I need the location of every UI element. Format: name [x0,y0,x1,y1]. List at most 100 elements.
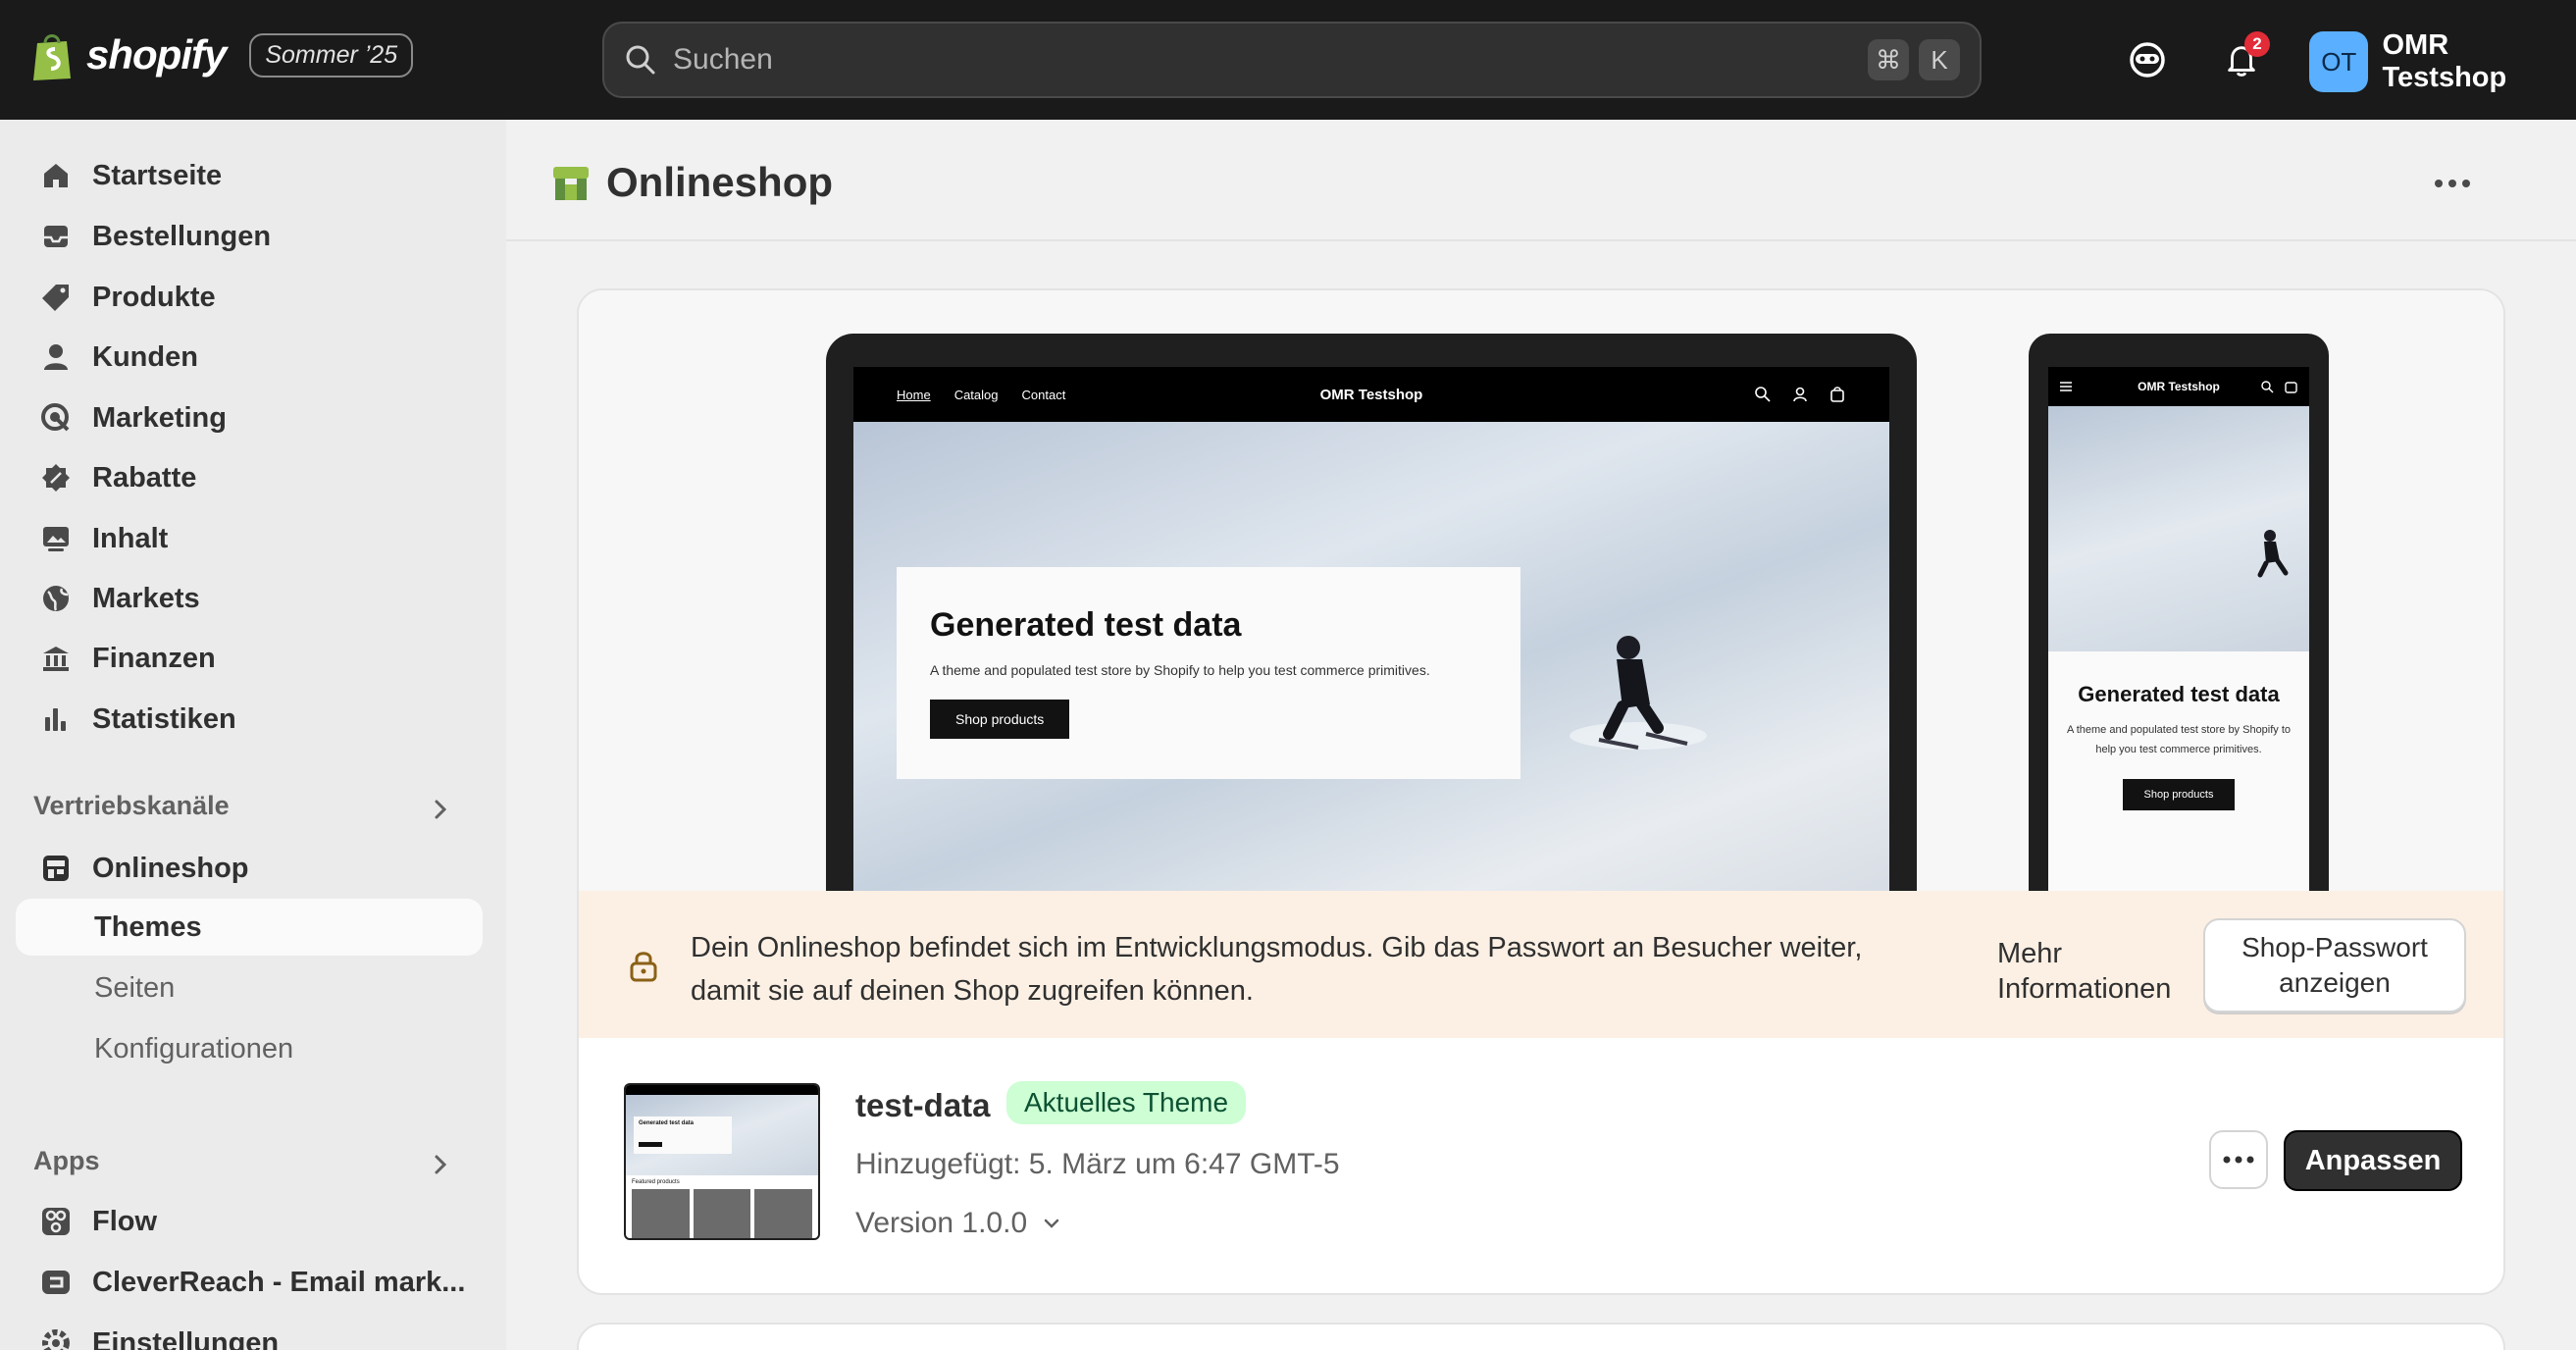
theme-thumbnail[interactable]: Generated test data Featured products [624,1083,820,1240]
chevron-down-icon [1044,1219,1059,1228]
thumb-hero-button [639,1142,662,1147]
sidebar-item-rabatte[interactable]: Rabatte [16,449,483,506]
sidebar-item-seiten[interactable]: Seiten [16,960,483,1016]
globe-icon [37,580,75,617]
sidebar-item-themes[interactable]: Themes [16,899,483,956]
user-menu[interactable]: OT OMR Testshop [2309,29,2576,94]
chevron-right-icon[interactable] [428,1152,453,1177]
page-title: Onlineshop [551,159,833,206]
more-info-link[interactable]: Mehr Informationen [1997,936,2193,1007]
store-icon [37,850,75,887]
banner-message: Dein Onlineshop befindet sich im Entwick… [691,932,1863,1007]
mobile-preview: OMR Testshop Generated test data A theme… [2029,334,2329,903]
bar-chart-icon [37,701,75,738]
sidebar-item-statistiken[interactable]: Statistiken [16,691,483,748]
version-dropdown[interactable]: Version 1.0.0 [855,1207,1062,1240]
sidebar-item-kunden[interactable]: Kunden [16,329,483,386]
preview-cart-icon [1830,387,1844,402]
edition-badge[interactable]: Sommer ’25 [249,32,414,78]
sidebar-item-label: Produkte [92,281,216,313]
sidebar-item-label: Onlineshop [92,852,249,884]
sidebar-item-label: Flow [92,1205,158,1237]
preview-nav: Home Catalog Contact OMR Testshop [853,367,1889,422]
apps-heading: Apps [33,1146,100,1175]
sidebar-item-startseite[interactable]: Startseite [16,147,483,204]
thumb-product [693,1189,751,1238]
preview-nav-icons [1754,386,1846,403]
theme-added-date: Hinzugefügt: 5. März um 6:47 GMT-5 [855,1148,1340,1180]
sidebar-item-label: Startseite [92,159,223,191]
preview-hero: Generated test data A theme and populate… [853,422,1889,903]
sidebar-item-label: Seiten [94,971,176,1004]
version-label: Version 1.0.0 [855,1207,1028,1239]
ellipsis-icon [2223,1156,2254,1164]
sidekick-icon [2130,42,2165,78]
theme-card: Home Catalog Contact OMR Testshop Genera… [577,288,2505,1295]
sidebar-item-label: Kunden [92,340,198,373]
main-content: Onlineshop Home Catalog Contact OMR Test… [506,120,2576,1350]
onlineshop-store-icon [553,167,589,200]
sidebar-item-label: Statistiken [92,702,236,735]
sidebar-item-label: Rabatte [92,461,197,493]
mobile-hero [2048,406,2309,651]
sidekick-button[interactable] [2125,37,2170,82]
thumb-product [632,1189,690,1238]
sidebar-item-einstellungen[interactable]: Einstellungen [16,1315,483,1350]
sidebar-item-konfigurationen[interactable]: Konfigurationen [16,1020,483,1077]
sidebar-item-markets[interactable]: Markets [16,570,483,627]
thumb-products [626,1189,818,1238]
mobile-store-name: OMR Testshop [2138,380,2220,393]
sidebar-item-cleverreach[interactable]: CleverReach - Email mark... [16,1254,483,1311]
search-input[interactable]: Suchen [673,43,1858,77]
discount-icon [37,459,75,496]
gear-icon [37,1324,75,1350]
search-bar[interactable]: Suchen ⌘ K [602,22,1982,98]
sidebar-item-bestellungen[interactable]: Bestellungen [16,208,483,265]
sidebar-item-label: Inhalt [92,522,169,554]
top-bar: shopify Sommer ’25 Suchen ⌘ K 2 OT OMR T… [0,0,2576,120]
thumb-product [754,1189,813,1238]
inbox-icon [37,218,75,255]
sidebar-item-label: Markets [92,582,200,614]
mobile-hero-text: A theme and populated test store by Shop… [2066,724,2292,755]
show-password-button[interactable]: Shop-Passwort anzeigen [2203,918,2466,1012]
thumb-nav [626,1085,818,1095]
sidebar-item-flow[interactable]: Flow [16,1193,483,1250]
preview-hero-text: A theme and populated test store by Shop… [930,662,1430,678]
mobile-screen: OMR Testshop Generated test data A theme… [2048,367,2309,903]
notification-count-badge: 2 [2244,31,2270,57]
theme-name: test-data [855,1087,991,1123]
status-badge: Aktuelles Theme [1006,1081,1247,1124]
sidebar-item-label: Konfigurationen [94,1032,294,1064]
theme-preview[interactable]: Home Catalog Contact OMR Testshop Genera… [579,290,2503,903]
mobile-nav-icons [2261,381,2297,393]
sales-channels-heading: Vertriebskanäle [33,791,230,820]
next-card [577,1323,2505,1350]
current-theme-row: Generated test data Featured products te… [579,1038,2503,1293]
notifications-button[interactable]: 2 [2219,31,2270,82]
more-actions-icon[interactable] [2429,169,2476,198]
preview-nav-contact: Contact [1021,387,1066,402]
mobile-hero-box: Generated test data A theme and populate… [2048,651,2309,840]
lock-icon [630,952,657,982]
sidebar-item-label: Finanzen [92,642,216,674]
mobile-shop-button: Shop products [2122,779,2236,810]
sidebar-item-marketing[interactable]: Marketing [16,389,483,446]
dev-mode-banner: Dein Onlineshop befindet sich im Entwick… [579,891,2503,1038]
sidebar-item-onlineshop[interactable]: Onlineshop [16,840,483,897]
cleverreach-icon [37,1264,75,1301]
chevron-right-icon[interactable] [428,797,453,822]
shortcut-k-key: K [1919,39,1960,80]
sidebar-item-label: CleverReach - Email mark... [92,1266,466,1298]
brand-name: shopify [86,31,227,78]
sidebar-item-inhalt[interactable]: Inhalt [16,510,483,567]
customize-button[interactable]: Anpassen [2284,1130,2462,1191]
shopify-logo[interactable]: shopify Sommer ’25 [31,29,414,80]
preview-nav-catalog: Catalog [953,387,999,402]
sidebar-item-finanzen[interactable]: Finanzen [16,630,483,687]
home-icon [37,157,75,194]
theme-actions-button[interactable] [2209,1130,2268,1189]
skier-illustration [1570,636,1707,750]
sidebar-item-produkte[interactable]: Produkte [16,269,483,326]
search-icon [626,45,655,75]
